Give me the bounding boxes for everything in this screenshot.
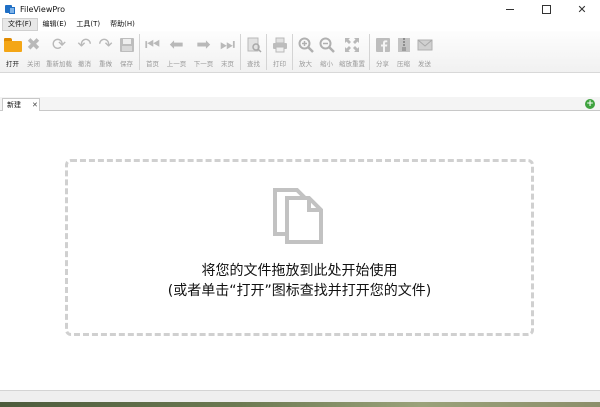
share-label: 分享 bbox=[376, 60, 389, 68]
prev-page-button[interactable]: ⬅ 上一页 bbox=[163, 31, 190, 68]
next-page-button[interactable]: ➡ 下一页 bbox=[190, 31, 217, 68]
refresh-icon: ⟳ bbox=[51, 35, 67, 55]
documents-icon bbox=[269, 184, 329, 244]
next-page-label: 下一页 bbox=[193, 60, 214, 68]
last-page-label: 末页 bbox=[221, 60, 234, 68]
zoom-in-icon bbox=[296, 35, 316, 55]
last-page-icon: ⏭ bbox=[219, 35, 236, 55]
menu-bar: 文件(F) 编辑(E) 工具(T) 帮助(H) bbox=[0, 18, 600, 31]
menu-help[interactable]: 帮助(H) bbox=[105, 18, 140, 31]
envelope-icon bbox=[415, 35, 435, 55]
document-tab-strip: 新建 ✕ + bbox=[0, 97, 600, 111]
share-button[interactable]: 分享 bbox=[372, 31, 393, 68]
menu-edit[interactable]: 编辑(E) bbox=[38, 18, 72, 31]
open-label: 打开 bbox=[6, 60, 19, 68]
desktop-background-strip bbox=[0, 402, 600, 407]
undo-arrow-icon: ↶ bbox=[77, 35, 92, 55]
window-controls: ✕ bbox=[492, 0, 600, 18]
find-label: 查找 bbox=[247, 60, 260, 68]
toolbar-separator bbox=[292, 34, 293, 70]
toolbar-file-group: 打开 ✖ 关闭 ⟳ 重新加载 ↶ 撤消 ↷ 重做 保存 bbox=[2, 31, 137, 73]
close-label: 关闭 bbox=[27, 60, 40, 68]
prev-page-label: 上一页 bbox=[166, 60, 187, 68]
floppy-disk-icon bbox=[117, 35, 137, 55]
undo-label: 撤消 bbox=[78, 60, 91, 68]
app-logo-icon bbox=[5, 4, 15, 14]
print-button[interactable]: 打印 bbox=[269, 31, 290, 68]
status-bar bbox=[0, 390, 600, 407]
tab-new-label: 新建 bbox=[7, 101, 21, 109]
close-window-button[interactable]: ✕ bbox=[564, 0, 600, 18]
send-button[interactable]: 发送 bbox=[414, 31, 435, 68]
last-page-button[interactable]: ⏭ 末页 bbox=[217, 31, 238, 68]
drop-instruction-secondary: (或者单击“打开”图标查找并打开您的文件) bbox=[167, 283, 432, 299]
drop-zone[interactable]: 将您的文件拖放到此处开始使用 (或者单击“打开”图标查找并打开您的文件) bbox=[65, 159, 534, 336]
zoom-out-icon bbox=[317, 35, 337, 55]
redo-arrow-icon: ↷ bbox=[98, 35, 113, 55]
reload-label: 重新加载 bbox=[46, 60, 72, 68]
close-file-button[interactable]: ✖ 关闭 bbox=[23, 31, 44, 68]
save-button[interactable]: 保存 bbox=[116, 31, 137, 68]
printer-icon bbox=[270, 35, 290, 55]
folder-icon bbox=[3, 35, 23, 55]
zoom-reset-button[interactable]: 缩放重置 bbox=[337, 31, 367, 68]
find-button[interactable]: 查找 bbox=[243, 31, 264, 68]
redo-label: 重做 bbox=[99, 60, 112, 68]
zoom-reset-label: 缩放重置 bbox=[339, 60, 365, 68]
toolbar-separator bbox=[266, 34, 267, 70]
first-page-button[interactable]: ⏮ 首页 bbox=[142, 31, 163, 68]
save-label: 保存 bbox=[120, 60, 133, 68]
first-page-icon: ⏮ bbox=[144, 35, 161, 55]
first-page-label: 首页 bbox=[146, 60, 159, 68]
document-area[interactable]: 将您的文件拖放到此处开始使用 (或者单击“打开”图标查找并打开您的文件) bbox=[0, 112, 600, 390]
toolbar-print-group: 打印 bbox=[269, 31, 290, 73]
tab-new[interactable]: 新建 ✕ bbox=[2, 98, 40, 111]
facebook-icon bbox=[373, 35, 393, 55]
zoom-out-label: 缩小 bbox=[320, 60, 333, 68]
window-title: FileViewPro bbox=[20, 4, 66, 14]
toolbar-separator bbox=[369, 34, 370, 70]
menu-tools[interactable]: 工具(T) bbox=[71, 18, 105, 31]
zoom-in-button[interactable]: 放大 bbox=[295, 31, 316, 68]
drop-instruction: 将您的文件拖放到此处开始使用 bbox=[201, 263, 398, 279]
zip-icon bbox=[394, 35, 414, 55]
find-document-icon bbox=[244, 35, 264, 55]
toolbar: 打开 ✖ 关闭 ⟳ 重新加载 ↶ 撤消 ↷ 重做 保存 ⏮ 首页 ⬅ 上一页 ➡… bbox=[0, 31, 600, 73]
x-icon: ✖ bbox=[26, 35, 41, 55]
print-label: 打印 bbox=[273, 60, 286, 68]
toolbar-separator bbox=[139, 34, 140, 70]
left-arrow-icon: ⬅ bbox=[169, 35, 184, 55]
undo-button[interactable]: ↶ 撤消 bbox=[74, 31, 95, 68]
compress-label: 压缩 bbox=[397, 60, 410, 68]
title-bar: FileViewPro ✕ bbox=[0, 0, 600, 18]
zoom-out-button[interactable]: 缩小 bbox=[316, 31, 337, 68]
toolbar-share-group: 分享 压缩 发送 bbox=[372, 31, 435, 73]
maximize-button[interactable] bbox=[528, 0, 564, 18]
compress-button[interactable]: 压缩 bbox=[393, 31, 414, 68]
fit-arrows-icon bbox=[342, 35, 362, 55]
menu-file[interactable]: 文件(F) bbox=[2, 18, 38, 31]
close-tab-icon[interactable]: ✕ bbox=[32, 101, 38, 109]
reload-button[interactable]: ⟳ 重新加载 bbox=[44, 31, 74, 68]
toolbar-separator bbox=[240, 34, 241, 70]
minimize-button[interactable] bbox=[492, 0, 528, 18]
send-label: 发送 bbox=[418, 60, 431, 68]
toolbar-navigation-group: ⏮ 首页 ⬅ 上一页 ➡ 下一页 ⏭ 末页 bbox=[142, 31, 238, 73]
redo-button[interactable]: ↷ 重做 bbox=[95, 31, 116, 68]
zoom-in-label: 放大 bbox=[299, 60, 312, 68]
toolbar-find-group: 查找 bbox=[243, 31, 264, 73]
toolbar-zoom-group: 放大 缩小 缩放重置 bbox=[295, 31, 367, 73]
open-button[interactable]: 打开 bbox=[2, 31, 23, 68]
add-tab-icon[interactable]: + bbox=[585, 99, 595, 109]
right-arrow-icon: ➡ bbox=[196, 35, 211, 55]
